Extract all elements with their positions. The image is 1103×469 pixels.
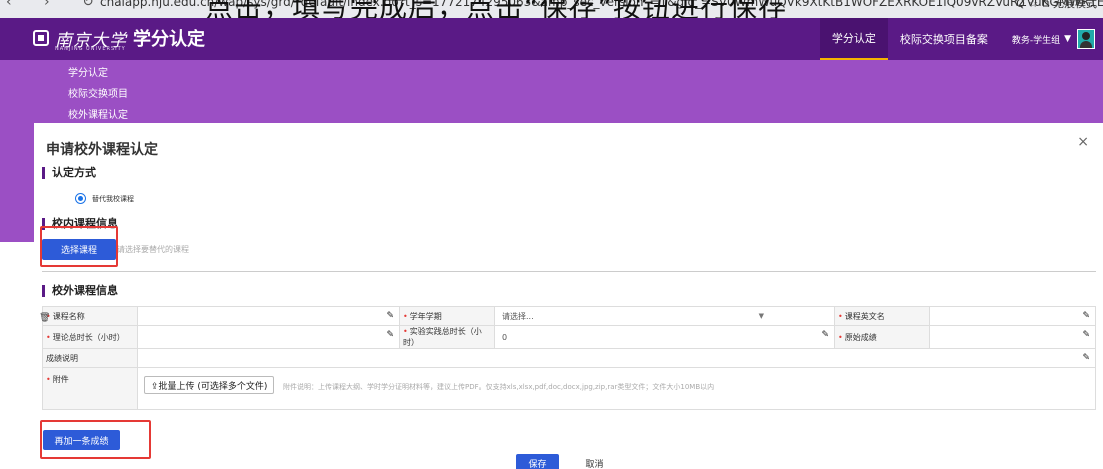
practice-hours-value: 0 (502, 332, 508, 342)
term-placeholder: 请选择... (502, 311, 534, 321)
course-name-input[interactable]: ✎ (137, 306, 400, 326)
avatar[interactable] (1077, 29, 1095, 49)
app-logo[interactable]: 南京大学 NANJING UNIVERSITY 学分认定 (33, 26, 205, 52)
divider (42, 271, 1096, 272)
menu-item-credit[interactable]: 学分认定 (68, 64, 108, 79)
form-row: 成绩说明 ✎ (42, 348, 1096, 368)
trash-icon[interactable]: 🗑 (39, 313, 50, 323)
pencil-icon: ✎ (1082, 311, 1090, 321)
label-theory-hours: • 理论总时长（小时） (42, 325, 138, 349)
form-row: • 理论总时长（小时） ✎ • 实验实践总时长（小时） 0 ✎ • 原始成绩 ✎ (42, 325, 1096, 349)
form-row: 🗑 • 课程名称 ✎ • 学年学期 请选择... ▼ • 课程英文名 ✎ (39, 306, 1096, 326)
course-en-name-input[interactable]: ✎ (929, 306, 1096, 326)
nav-exchange-filing[interactable]: 校际交换项目备案 (888, 18, 1000, 60)
menu-item-external-course[interactable]: 校外课程认定 (68, 106, 128, 121)
menu-item-exchange[interactable]: 校际交换项目 (68, 85, 128, 100)
term-select[interactable]: 请选择... ▼ (494, 306, 835, 326)
pencil-icon: ✎ (1082, 330, 1090, 340)
app-title: 学分认定 (133, 29, 205, 50)
grade-note-input[interactable]: ✎ (137, 348, 1096, 368)
pencil-icon: ✎ (386, 330, 394, 340)
chevron-down-icon[interactable]: ▼ (1064, 34, 1071, 44)
label-practice-hours: • 实验实践总时长（小时） (399, 325, 495, 349)
external-course-form: 🗑 • 课程名称 ✎ • 学年学期 请选择... ▼ • 课程英文名 ✎ • 理论总时长… (39, 306, 1096, 410)
label-attachment: • 附件 (42, 367, 138, 410)
label-grade-note: 成绩说明 (42, 348, 138, 368)
attachment-field: ⇪批量上传 (可选择多个文件) 附件说明：上传课程大纲、学时学分证明材料等，建议… (137, 367, 1096, 410)
select-course-button[interactable]: 选择课程 (42, 239, 116, 260)
label-term: • 学年学期 (399, 306, 495, 326)
radio-checked-icon[interactable] (75, 193, 86, 204)
pencil-icon: ✎ (821, 330, 829, 340)
label-original-grade: • 原始成绩 (834, 325, 930, 349)
section-method: 认定方式 (42, 167, 96, 179)
original-grade-input[interactable]: ✎ (929, 325, 1096, 349)
pencil-icon: ✎ (386, 311, 394, 321)
save-button[interactable]: 保存 (516, 454, 559, 469)
practice-hours-input[interactable]: 0 ✎ (494, 325, 835, 349)
close-icon[interactable]: × (1077, 134, 1089, 150)
chevron-down-icon: ▼ (758, 312, 764, 320)
label-course-en-name: • 课程英文名 (834, 306, 930, 326)
cancel-button[interactable]: 取消 (571, 454, 618, 469)
browser-nav-icons[interactable]: ‹ › ↻ (6, 0, 108, 10)
radio-replace-course[interactable]: 替代我校课程 (75, 193, 134, 204)
upload-hint: 附件说明：上传课程大纲、学时学分证明材料等，建议上传PDF。仅支持xls,xls… (282, 382, 715, 391)
form-row: • 附件 ⇪批量上传 (可选择多个文件) 附件说明：上传课程大纲、学时学分证明材料… (42, 367, 1096, 410)
theory-hours-input[interactable]: ✎ (137, 325, 400, 349)
dialog-title: 申请校外课程认定 (46, 142, 158, 158)
nav-credit-recognition[interactable]: 学分认定 (819, 18, 888, 60)
university-seal-icon (33, 30, 49, 46)
pencil-icon: ✎ (1082, 353, 1090, 363)
radio-label: 替代我校课程 (92, 194, 134, 203)
section-internal-course: 校内课程信息 (42, 218, 118, 230)
university-name-en: NANJING UNIVERSITY (55, 46, 126, 52)
select-course-hint: 请选择要替代的课程 (117, 245, 189, 254)
browser-right-controls[interactable]: Q ☆ ⧉ 无痕模式 (1016, 0, 1097, 11)
upload-button[interactable]: ⇪批量上传 (可选择多个文件) (144, 376, 275, 394)
external-course-dialog: 申请校外课程认定 × 认定方式 替代我校课程 校内课程信息 选择课程 请选择要替… (34, 123, 1103, 469)
label-course-name: 🗑 • 课程名称 (39, 306, 138, 326)
app-header: 南京大学 NANJING UNIVERSITY 学分认定 学分认定 校际交换项目… (0, 18, 1103, 60)
section-external-course: 校外课程信息 (42, 285, 118, 297)
top-nav: 学分认定 校际交换项目备案 教务-学生组 ▼ (819, 18, 1103, 60)
add-record-button[interactable]: 再加一条成绩 (43, 430, 120, 450)
user-role[interactable]: 教务-学生组 (1000, 18, 1064, 60)
